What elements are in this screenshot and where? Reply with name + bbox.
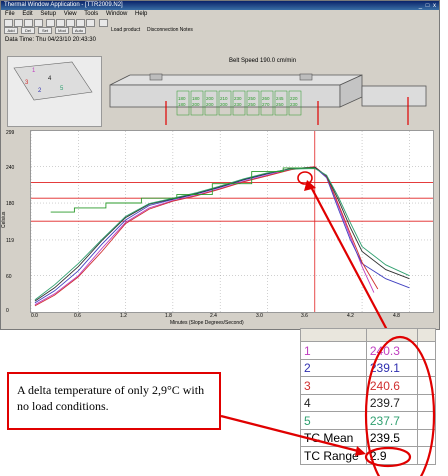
series-line-1 bbox=[34, 166, 375, 306]
board-tail bbox=[361, 85, 427, 107]
tc-label: 2 bbox=[300, 358, 367, 378]
conveyor-board-drawing: 1801801802002002002102002302302502502602… bbox=[109, 73, 427, 125]
tc-value: 240.3 bbox=[365, 341, 419, 360]
zone-value: 180 bbox=[178, 102, 186, 107]
tc-label: 4 bbox=[300, 393, 367, 413]
series-line-3 bbox=[34, 166, 379, 307]
tc-value: 239.7 bbox=[365, 393, 419, 413]
right-clamp bbox=[299, 73, 313, 81]
series-line-4 bbox=[34, 166, 410, 302]
zone-value: 200 bbox=[206, 96, 214, 101]
tc-range-label: TC Range bbox=[300, 446, 367, 465]
zone-value: 230 bbox=[234, 96, 242, 101]
board-top-face bbox=[109, 74, 363, 86]
zone-value: 260 bbox=[262, 96, 270, 101]
results-row: 1 240.3 bbox=[300, 341, 436, 360]
thumbnail-graphics: 1 2 3 4 5 bbox=[13, 61, 93, 101]
results-header-row bbox=[300, 327, 436, 343]
zone-value: 200 bbox=[192, 102, 200, 107]
tc-value: 239.1 bbox=[365, 358, 419, 378]
zone-value: 180 bbox=[178, 96, 186, 101]
peak-arrow-line bbox=[309, 184, 396, 346]
zone-value: 200 bbox=[220, 102, 228, 107]
results-row: TC Range 2.9 bbox=[300, 446, 436, 465]
results-row: TC Mean 239.5 bbox=[300, 428, 436, 448]
zone-value: 180 bbox=[192, 96, 200, 101]
results-row: 3 240.6 bbox=[300, 376, 436, 395]
tc-label: 5 bbox=[300, 411, 367, 430]
zone-value: 210 bbox=[220, 96, 228, 101]
tc-mean-label: TC Mean bbox=[300, 428, 367, 448]
zone-value: 220 bbox=[290, 96, 298, 101]
zone-value: 230 bbox=[290, 102, 298, 107]
results-row: 2 239.1 bbox=[300, 358, 436, 378]
tc-label: 3 bbox=[300, 376, 367, 395]
results-table: 1 240.3 2 239.1 3 240.6 4 239.7 5 237.7 TC Me… bbox=[300, 327, 436, 465]
zone-value: 250 bbox=[276, 102, 284, 107]
series-lines bbox=[34, 166, 410, 307]
zone-value: 230 bbox=[234, 102, 242, 107]
series-line-setpoint bbox=[50, 167, 315, 213]
zone-value: 245 bbox=[276, 96, 284, 101]
zone-value: 250 bbox=[248, 102, 256, 107]
tc-mean-value: 239.5 bbox=[365, 428, 419, 448]
tc-label: 1 bbox=[300, 341, 367, 360]
zone-value: 270 bbox=[262, 102, 270, 107]
zone-value: 200 bbox=[206, 102, 214, 107]
tc-value: 240.6 bbox=[365, 376, 419, 395]
reference-lines bbox=[31, 131, 433, 312]
tc-value: 237.7 bbox=[365, 411, 419, 430]
zone-value: 250 bbox=[248, 96, 256, 101]
results-row: 5 237.7 bbox=[300, 411, 436, 430]
annotation-callout: A delta temperature of only 2,9°C with n… bbox=[7, 372, 221, 430]
left-clamp bbox=[149, 73, 163, 81]
results-row: 4 239.7 bbox=[300, 393, 436, 413]
tc-range-value: 2.9 bbox=[365, 446, 419, 465]
